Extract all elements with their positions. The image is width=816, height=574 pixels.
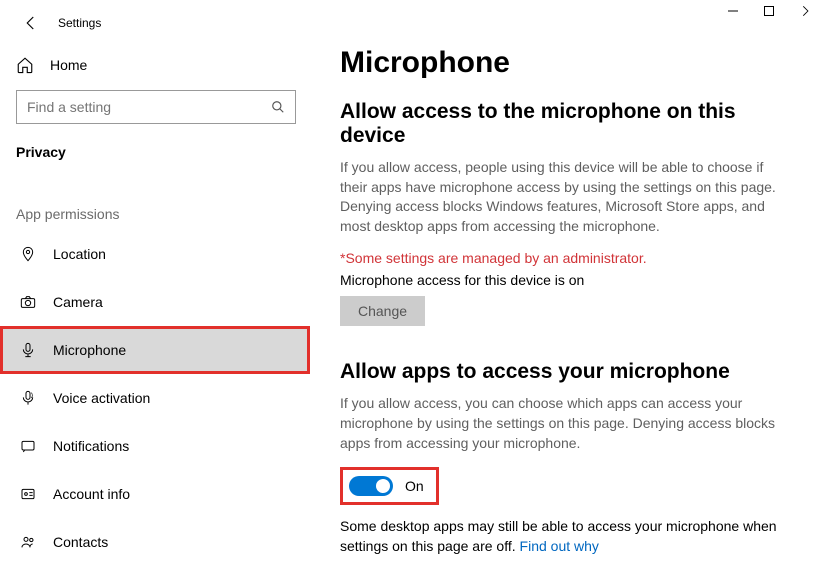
sidebar-item-label: Microphone xyxy=(53,342,126,358)
sidebar-item-account-info[interactable]: Account info xyxy=(0,470,310,518)
home-icon xyxy=(16,56,34,74)
microphone-icon xyxy=(19,342,37,358)
section-label: App permissions xyxy=(0,174,320,230)
category-heading: Privacy xyxy=(0,134,320,174)
voice-activation-icon xyxy=(19,390,37,406)
sidebar: Settings Home Privacy App permissions Lo… xyxy=(0,0,320,574)
minimize-icon[interactable] xyxy=(726,4,740,18)
main-content: Microphone Allow access to the microphon… xyxy=(320,0,816,574)
maximize-icon[interactable] xyxy=(762,4,776,18)
notifications-icon xyxy=(19,438,37,454)
home-nav[interactable]: Home xyxy=(0,46,320,84)
next-icon[interactable] xyxy=(798,4,812,18)
search-input[interactable] xyxy=(27,99,267,115)
sidebar-item-label: Account info xyxy=(53,486,130,502)
sidebar-item-label: Notifications xyxy=(53,438,129,454)
account-info-icon xyxy=(19,486,37,502)
sidebar-item-location[interactable]: Location xyxy=(0,230,310,278)
home-label: Home xyxy=(50,57,87,73)
section2-title: Allow apps to access your microphone xyxy=(340,360,786,384)
apps-access-toggle[interactable] xyxy=(349,476,393,496)
search-icon xyxy=(271,100,285,114)
window-controls xyxy=(726,4,812,18)
apps-access-toggle-wrap: On xyxy=(340,467,439,505)
camera-icon xyxy=(19,294,37,310)
page-title: Microphone xyxy=(340,46,786,80)
sidebar-item-label: Camera xyxy=(53,294,103,310)
location-icon xyxy=(19,246,37,262)
search-box[interactable] xyxy=(16,90,296,124)
sidebar-item-label: Contacts xyxy=(53,534,108,550)
change-button[interactable]: Change xyxy=(340,296,425,326)
back-icon[interactable] xyxy=(22,14,40,32)
footer-note: Some desktop apps may still be able to a… xyxy=(340,517,780,556)
sidebar-item-label: Location xyxy=(53,246,106,262)
window-title: Settings xyxy=(58,16,101,30)
contacts-icon xyxy=(19,534,37,550)
find-out-why-link[interactable]: Find out why xyxy=(520,538,599,554)
device-access-status: Microphone access for this device is on xyxy=(340,272,786,288)
titlebar: Settings xyxy=(0,8,320,46)
sidebar-item-voice-activation[interactable]: Voice activation xyxy=(0,374,310,422)
section1-desc: If you allow access, people using this d… xyxy=(340,158,780,236)
sidebar-item-label: Voice activation xyxy=(53,390,150,406)
admin-note: *Some settings are managed by an adminis… xyxy=(340,250,786,266)
section2-desc: If you allow access, you can choose whic… xyxy=(340,394,780,453)
sidebar-item-contacts[interactable]: Contacts xyxy=(0,518,310,566)
sidebar-item-camera[interactable]: Camera xyxy=(0,278,310,326)
section1-title: Allow access to the microphone on this d… xyxy=(340,100,786,148)
sidebar-item-microphone[interactable]: Microphone xyxy=(0,326,310,374)
toggle-state-label: On xyxy=(405,478,424,494)
sidebar-item-notifications[interactable]: Notifications xyxy=(0,422,310,470)
search-wrap xyxy=(0,84,320,134)
